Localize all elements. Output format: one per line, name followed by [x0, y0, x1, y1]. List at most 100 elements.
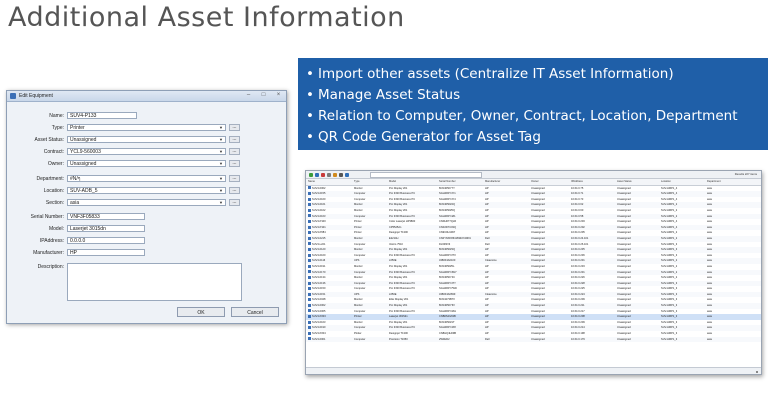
asset-name: SUV4-0001 [312, 337, 326, 341]
column-header[interactable]: Owner [529, 179, 569, 185]
column-header[interactable]: Serial Number [437, 179, 483, 185]
device-icon [308, 264, 311, 268]
resize-grip-icon[interactable] [756, 371, 758, 373]
chevron-down-icon: ▼ [219, 125, 223, 130]
asset-name: SUV4-0215 [312, 236, 326, 240]
department-label: Department: [36, 176, 64, 182]
asset-name: SUV4-0062 [312, 186, 326, 190]
device-icon [308, 309, 311, 313]
column-header[interactable]: Type [352, 179, 387, 185]
table-cell: Computer [354, 337, 366, 341]
column-header[interactable]: Location [659, 179, 705, 185]
asset-name: SUV4-0190 [312, 326, 326, 330]
close-icon[interactable]: × [275, 92, 282, 99]
asset-name: SUV4-0151 [312, 292, 326, 296]
asset-name: SUV4-0191 [312, 264, 326, 268]
table-cell: asia [707, 337, 712, 341]
location-value: SUV-ADB_5 [70, 188, 98, 194]
table-row[interactable]: SUV4-0001 Computer Precision T1650 2W0HD2 De… [306, 336, 761, 343]
type-browse-button[interactable]: ... [229, 124, 240, 131]
device-icon [308, 331, 311, 335]
model-row: Model: Laserjet 3015dn [7, 225, 286, 233]
asset-name: SUV4-0163 [312, 320, 326, 324]
device-icon [308, 242, 311, 246]
qr-code-icon[interactable] [345, 172, 349, 177]
manufacturer-row: Manufacturer: HP [7, 249, 286, 257]
table-cell: 10.64.0.179 [571, 337, 585, 341]
location-row: Location: SUV-ADB_5 ▼ ... [7, 187, 286, 195]
serial-number-field[interactable]: VNF3F05833 [67, 213, 145, 220]
chevron-down-icon: ▼ [219, 176, 223, 181]
feature-list: Import other assets (Centralize IT Asset… [298, 58, 768, 148]
edit-icon[interactable] [315, 172, 319, 177]
asset-list-window: Results 227 items Name Type Model Serial Nu… [305, 170, 762, 375]
location-select[interactable]: SUV-ADB_5 ▼ [67, 187, 226, 194]
print-icon[interactable] [339, 172, 343, 177]
asset-name: SUV4-0162 [312, 208, 326, 212]
contract-value: YCL9-560003 [70, 149, 101, 155]
department-browse-button[interactable]: ... [229, 175, 240, 182]
type-value: Printer [70, 125, 85, 131]
asset-status-row: Asset Status: Unassigned ▼ ... [7, 136, 286, 144]
table-cell: Dell [485, 337, 490, 341]
section-label: Section: [45, 200, 64, 206]
location-browse-button[interactable]: ... [229, 187, 240, 194]
name-field[interactable]: SUV4-P133 [67, 112, 137, 119]
owner-select[interactable]: Unassigned ▼ [67, 160, 226, 167]
contract-row: Contract: YCL9-560003 ▼ ... [7, 148, 286, 156]
chevron-down-icon: ▼ [219, 200, 223, 205]
export-icon[interactable] [333, 172, 337, 177]
delete-icon[interactable] [321, 172, 325, 177]
minimize-icon[interactable]: – [245, 92, 252, 99]
device-icon [308, 192, 311, 195]
type-label: Type: [51, 125, 64, 131]
asset-status-select[interactable]: Unassigned ▼ [67, 136, 226, 143]
edit-equipment-dialog: Edit Equipment – □ × Name: SUV4-P133 Typ… [6, 90, 287, 324]
ok-button[interactable]: OK [177, 307, 225, 317]
device-icon [308, 337, 311, 341]
asset-name: SUV4-0150 [312, 287, 326, 291]
asset-name: SUV4-0155 [312, 192, 326, 196]
dialog-title: Edit Equipment [19, 93, 53, 99]
asset-status-browse-button[interactable]: ... [229, 136, 240, 143]
device-icon [308, 231, 311, 235]
device-icon [308, 208, 311, 212]
device-icon [308, 186, 311, 190]
device-icon [308, 247, 311, 251]
device-icon [308, 326, 311, 330]
table-cell: Unassigned [531, 337, 545, 341]
contract-select[interactable]: YCL9-560003 ▼ [67, 148, 226, 155]
type-select[interactable]: Printer ▼ [67, 124, 226, 131]
column-header[interactable]: IPAddress [569, 179, 615, 185]
search-input[interactable] [370, 172, 482, 178]
ip-address-field[interactable]: 0.0.0.0 [67, 237, 145, 244]
table-body: SUV4-0062 Monitor Pro Display 201 8CN4050Y7… [306, 186, 761, 343]
column-header[interactable]: Asset Status [615, 179, 659, 185]
asset-name: SUV4-P203 [312, 315, 326, 319]
column-header[interactable]: Model [387, 179, 437, 185]
contract-browse-button[interactable]: ... [229, 148, 240, 155]
feature-banner: Import other assets (Centralize IT Asset… [298, 58, 768, 150]
owner-browse-button[interactable]: ... [229, 160, 240, 167]
chevron-down-icon: ▼ [219, 161, 223, 166]
asset-name: SUV4-0116 [312, 259, 326, 263]
description-field[interactable] [67, 263, 242, 301]
chevron-down-icon: ▼ [219, 137, 223, 142]
model-field[interactable]: Laserjet 3015dn [67, 225, 145, 232]
asset-name: SUV4-0160 [312, 253, 326, 257]
section-browse-button[interactable]: ... [229, 199, 240, 206]
maximize-icon[interactable]: □ [260, 92, 267, 99]
department-select[interactable]: #N/ๆ ▼ [67, 175, 226, 182]
column-header[interactable]: Department [705, 179, 761, 185]
asset-name: SUV4-0160 [312, 197, 326, 201]
column-header[interactable]: Manufacturer [483, 179, 529, 185]
add-icon[interactable] [309, 172, 313, 177]
cancel-button[interactable]: Cancel [231, 307, 279, 317]
department-row: Department: #N/ๆ ▼ ... [7, 175, 286, 183]
dialog-titlebar: Edit Equipment – □ × [7, 91, 286, 102]
section-select[interactable]: asia ▼ [67, 199, 226, 206]
refresh-icon[interactable] [327, 172, 331, 177]
column-header[interactable]: Name [306, 179, 352, 185]
ip-address-row: IPAddress: 0.0.0.0 [7, 237, 286, 245]
manufacturer-field[interactable]: HP [67, 249, 145, 256]
